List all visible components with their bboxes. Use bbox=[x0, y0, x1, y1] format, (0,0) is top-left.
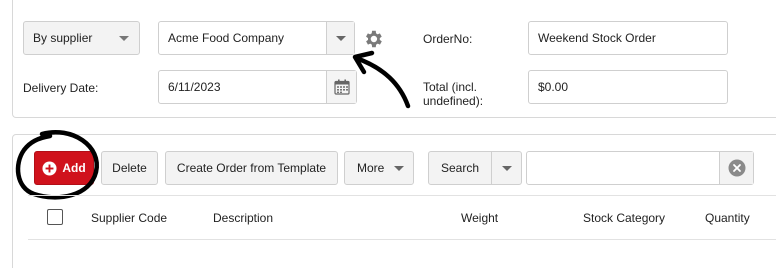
supplier-combobox[interactable]: Acme Food Company bbox=[158, 21, 355, 55]
column-header-stock-category[interactable]: Stock Category bbox=[583, 211, 665, 225]
clear-search-button[interactable] bbox=[719, 152, 753, 184]
column-header-weight[interactable]: Weight bbox=[461, 211, 498, 225]
search-mode-label: Search bbox=[440, 161, 480, 175]
delivery-date-label: Delivery Date: bbox=[23, 81, 99, 95]
total-label-line2: undefined): bbox=[423, 94, 484, 108]
delete-button[interactable]: Delete bbox=[101, 151, 158, 185]
total-value: $0.00 bbox=[538, 80, 569, 94]
chevron-down-icon bbox=[109, 35, 139, 41]
search-mode-select[interactable]: Search bbox=[428, 151, 522, 185]
order-no-label: OrderNo: bbox=[423, 32, 473, 46]
order-no-input[interactable]: Weekend Stock Order bbox=[528, 21, 728, 55]
delivery-date-input[interactable]: 6/11/2023 bbox=[158, 70, 357, 104]
mode-select[interactable]: By supplier bbox=[23, 21, 140, 55]
column-header-description[interactable]: Description bbox=[213, 211, 273, 225]
column-header-quantity[interactable]: Quantity bbox=[705, 211, 750, 225]
search-input[interactable] bbox=[526, 151, 754, 185]
annotation-circle bbox=[15, 130, 99, 200]
chevron-down-icon bbox=[501, 165, 512, 171]
more-button-label: More bbox=[357, 161, 385, 175]
order-no-value: Weekend Stock Order bbox=[538, 31, 656, 45]
total-input: $0.00 bbox=[528, 70, 728, 104]
total-label-line1: Total (incl. bbox=[423, 80, 478, 94]
template-button-label: Create Order from Template bbox=[176, 161, 327, 175]
grid-header-top-border bbox=[28, 195, 776, 196]
mode-select-value: By supplier bbox=[33, 31, 93, 45]
create-order-from-template-button[interactable]: Create Order from Template bbox=[165, 151, 338, 185]
more-menu-button[interactable]: More bbox=[344, 151, 414, 185]
column-header-supplier-code[interactable]: Supplier Code bbox=[91, 211, 167, 225]
grid-header-bottom-border bbox=[28, 239, 776, 240]
delete-button-label: Delete bbox=[112, 161, 147, 175]
delivery-date-value: 6/11/2023 bbox=[168, 80, 221, 94]
chevron-down-icon bbox=[394, 165, 405, 171]
search-mode-toggle[interactable] bbox=[491, 152, 521, 184]
supplier-value: Acme Food Company bbox=[168, 31, 285, 45]
select-all-checkbox[interactable] bbox=[47, 209, 63, 225]
annotation-arrow bbox=[352, 50, 411, 109]
clear-x-icon bbox=[728, 159, 745, 177]
total-label: Total (incl. undefined): bbox=[423, 80, 483, 108]
